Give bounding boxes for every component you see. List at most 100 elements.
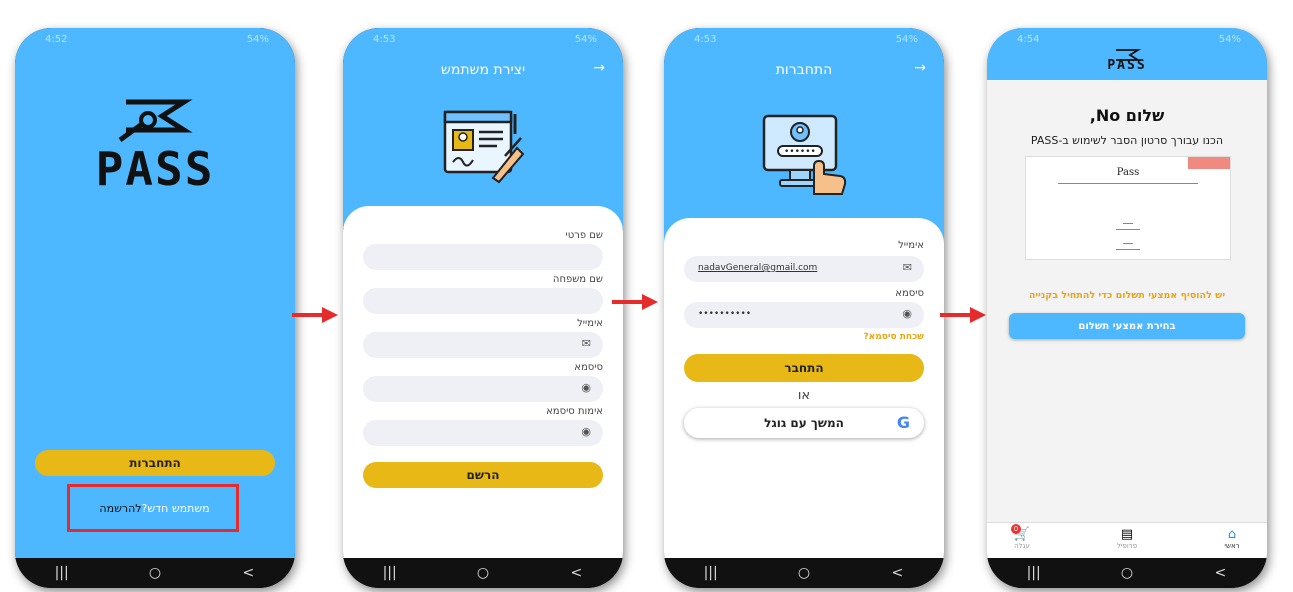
email-value: nadavGeneral@gmail.com — [698, 263, 818, 273]
app-logo: PASS — [15, 96, 295, 206]
status-battery: 54% — [246, 34, 269, 45]
home-screen: PASS 4:54 54% שלום No, הכנו עבורך סרטון … — [987, 28, 1267, 558]
clothespin-icon — [118, 99, 193, 143]
tab-home[interactable]: ⌂ ראשי — [1207, 527, 1257, 550]
signup-link-text[interactable]: להרשמה — [99, 502, 141, 515]
video-text-line — [1116, 249, 1140, 250]
forgot-password-link[interactable]: שכחת סיסמא? — [863, 332, 924, 342]
login-screen-phone: 4:53 54% התחברות → •••••• אימייל nadavGe… — [664, 28, 944, 588]
recent-apps-button[interactable]: ||| — [691, 565, 731, 581]
last-name-label: שם משפחה — [552, 274, 603, 285]
video-text-line — [1123, 223, 1133, 224]
email-label: אימייל — [898, 240, 924, 251]
back-nav-button[interactable]: < — [556, 565, 596, 581]
register-form-panel: שם פרטי שם משפחה אימייל ✉ סיסמא ◉ אימות … — [343, 206, 623, 558]
splash-screen-phone: 4:52 54% PASS התחברות משתמש חדש? להרשמה … — [15, 28, 295, 588]
home-nav-button[interactable]: ○ — [135, 565, 175, 581]
android-navbar: ||| ○ < — [987, 558, 1267, 588]
home-nav-button[interactable]: ○ — [784, 565, 824, 581]
home-icon: ⌂ — [1227, 527, 1237, 542]
bottom-tab-bar: ⌂ ראשי ▤ פרופיל 🛒 0 עגלה — [987, 522, 1267, 558]
confirm-password-label: אימות סיסמא — [546, 406, 603, 417]
android-navbar: ||| ○ < — [664, 558, 944, 588]
register-screen-phone: 4:53 54% יצירת משתמש → שם פרטי שם משפחה … — [343, 28, 623, 588]
google-icon: G — [896, 413, 910, 432]
home-screen-phone: PASS 4:54 54% שלום No, הכנו עבורך סרטון … — [987, 28, 1267, 588]
recent-apps-button[interactable]: ||| — [370, 565, 410, 581]
password-label: סיסמא — [895, 288, 924, 299]
status-battery: 54% — [895, 34, 918, 45]
status-bar: 4:53 54% — [373, 34, 597, 48]
home-nav-button[interactable]: ○ — [463, 565, 503, 581]
or-divider: או — [797, 388, 811, 403]
register-button[interactable]: הרשם — [363, 462, 603, 488]
eye-icon[interactable]: ◉ — [902, 307, 912, 320]
mail-icon: ✉ — [902, 261, 912, 274]
login-button[interactable]: התחבר — [684, 354, 924, 382]
login-button[interactable]: התחברות — [35, 450, 275, 476]
status-time: 4:52 — [45, 34, 68, 45]
logo-text: PASS — [95, 142, 215, 196]
last-name-field[interactable] — [363, 288, 603, 314]
tab-profile[interactable]: ▤ פרופיל — [1102, 527, 1152, 550]
confirm-password-field[interactable]: ◉ — [363, 420, 603, 446]
android-navbar: ||| ○ < — [343, 558, 623, 588]
computer-login-icon: •••••• — [762, 114, 847, 195]
video-text-line — [1058, 183, 1198, 184]
profile-icon: ▤ — [1120, 527, 1134, 542]
recent-apps-button[interactable]: ||| — [1014, 565, 1054, 581]
back-nav-button[interactable]: < — [877, 565, 917, 581]
registration-form-icon — [443, 110, 525, 184]
svg-text:••••••: •••••• — [784, 147, 816, 157]
status-bar: 4:53 54% — [694, 34, 918, 48]
tab-profile-label: פרופיל — [1116, 542, 1138, 550]
email-field[interactable]: ✉ — [363, 332, 603, 358]
register-screen: 4:53 54% יצירת משתמש → שם פרטי שם משפחה … — [343, 28, 623, 558]
status-bar: 4:52 54% — [45, 34, 269, 48]
page-title: יצירת משתמש — [440, 62, 526, 78]
back-arrow-icon[interactable]: → — [914, 60, 926, 76]
flow-arrow-icon — [612, 294, 658, 310]
email-field[interactable]: nadavGeneral@gmail.com ✉ — [684, 256, 924, 282]
flow-arrow-icon — [940, 307, 986, 323]
google-signin-button[interactable]: המשך עם גוגל G — [684, 408, 924, 438]
signup-link[interactable]: משתמש חדש? להרשמה — [67, 484, 239, 532]
video-title: Pass — [1116, 167, 1140, 178]
android-navbar: ||| ○ < — [15, 558, 295, 588]
google-button-label: המשך עם גוגל — [764, 416, 844, 430]
login-form-panel: אימייל nadavGeneral@gmail.com ✉ סיסמא ••… — [664, 218, 944, 558]
password-field[interactable]: ◉ — [363, 376, 603, 402]
choose-payment-button[interactable]: בחירת אמצעי תשלום — [1009, 313, 1245, 339]
login-screen: 4:53 54% התחברות → •••••• אימייל nadavGe… — [664, 28, 944, 558]
back-arrow-icon[interactable]: → — [593, 60, 605, 76]
flow-arrow-icon — [292, 307, 338, 323]
status-bar: 4:54 54% — [1017, 34, 1241, 48]
status-battery: 54% — [574, 34, 597, 45]
back-nav-button[interactable]: < — [1200, 565, 1240, 581]
password-field[interactable]: •••••••••• ◉ — [684, 302, 924, 328]
status-time: 4:53 — [373, 34, 396, 45]
status-time: 4:53 — [694, 34, 717, 45]
splash-screen: 4:52 54% PASS התחברות משתמש חדש? להרשמה — [15, 28, 295, 558]
header-logo: PASS — [1107, 58, 1147, 73]
home-nav-button[interactable]: ○ — [1107, 565, 1147, 581]
mail-icon: ✉ — [581, 337, 591, 350]
tab-cart[interactable]: 🛒 0 עגלה — [997, 524, 1047, 550]
recent-apps-button[interactable]: ||| — [42, 565, 82, 581]
eye-icon[interactable]: ◉ — [581, 381, 591, 394]
tab-home-label: ראשי — [1224, 542, 1240, 550]
video-intro-text: הכנו עבורך סרטון הסבר לשימוש ב-PASS — [1030, 134, 1224, 147]
first-name-label: שם פרטי — [565, 230, 603, 241]
status-battery: 54% — [1218, 34, 1241, 45]
back-nav-button[interactable]: < — [228, 565, 268, 581]
password-value: •••••••••• — [698, 309, 752, 319]
tab-cart-label: עגלה — [1014, 542, 1030, 550]
payment-notice: יש להוסיף אמצעי תשלום כדי להתחיל בקנייה — [1028, 290, 1226, 301]
video-text-line — [1116, 229, 1140, 230]
first-name-field[interactable] — [363, 244, 603, 270]
explainer-video[interactable]: Pass — [1025, 156, 1231, 260]
cart-badge: 0 — [1011, 524, 1021, 534]
eye-icon[interactable]: ◉ — [581, 425, 591, 438]
cart-icon: 🛒 0 — [997, 524, 1047, 542]
page-title: התחברות — [775, 62, 833, 78]
